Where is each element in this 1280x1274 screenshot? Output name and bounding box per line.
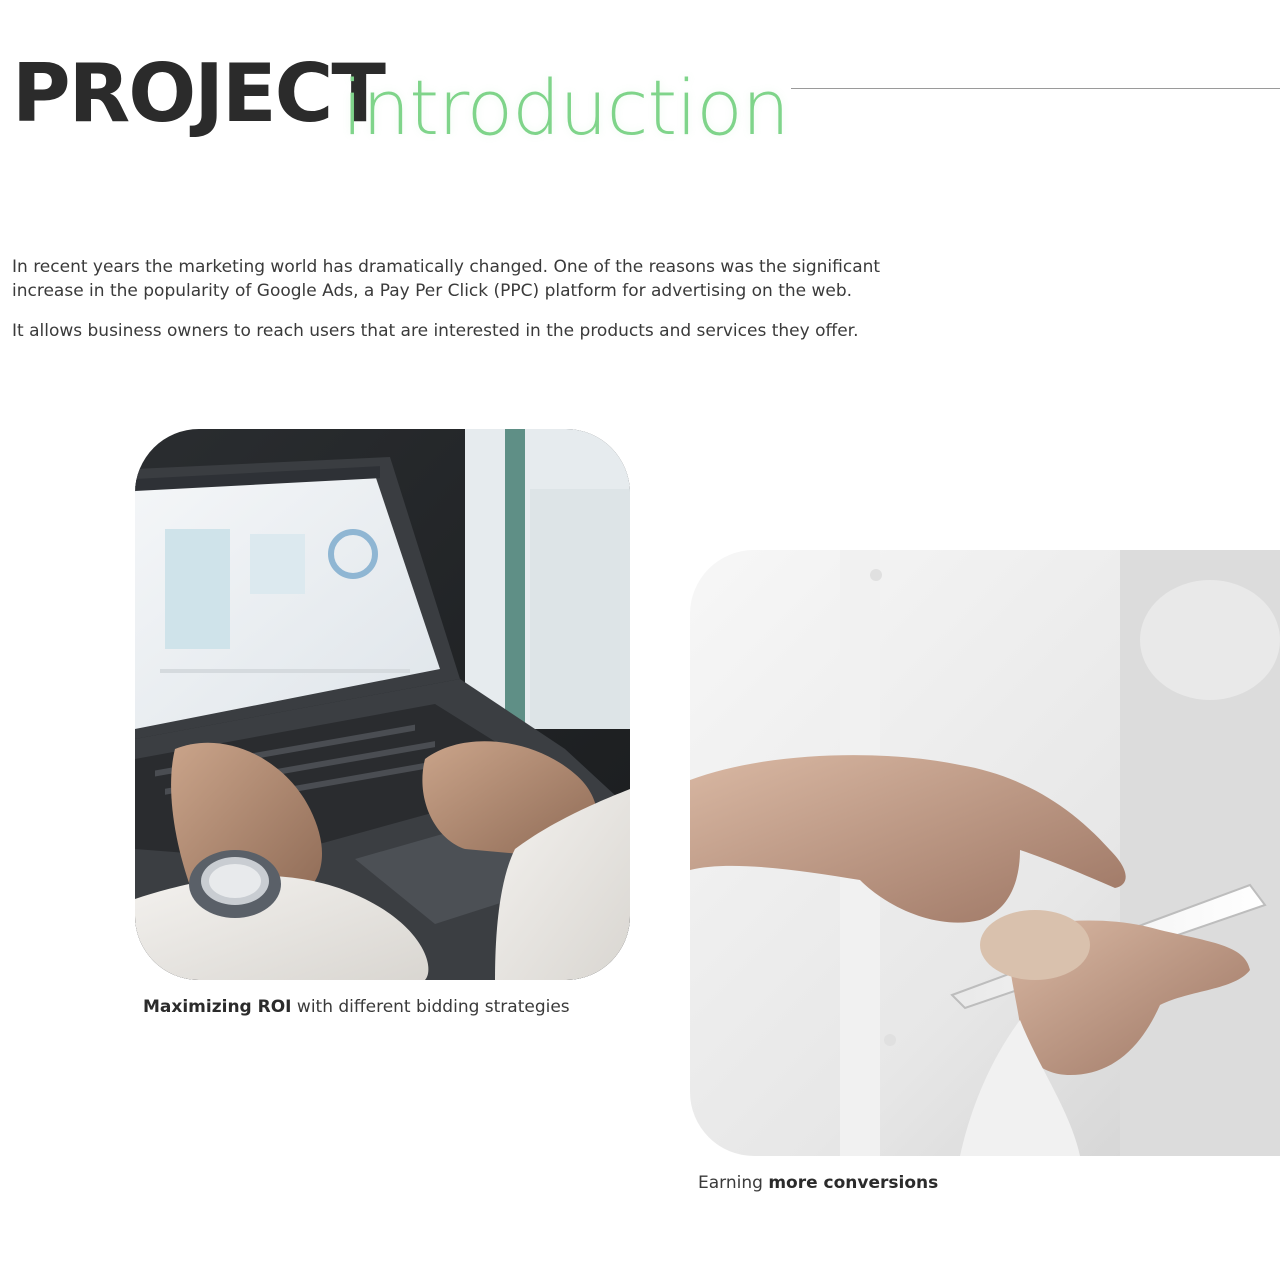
caption-1-bold: Maximizing ROI	[143, 997, 292, 1017]
intro-section: In recent years the marketing world has …	[12, 255, 942, 359]
title-divider	[791, 88, 1280, 89]
laptop-analytics-photo	[135, 429, 630, 980]
caption-2-lead: Earning	[698, 1173, 769, 1193]
caption-more-conversions: Earning more conversions	[698, 1173, 938, 1193]
title-bold-word: PROJECT	[12, 47, 386, 140]
page-title: PROJECT introduction	[12, 46, 792, 156]
caption-maximizing-roi: Maximizing ROI with different bidding st…	[143, 997, 570, 1017]
caption-2-bold: more conversions	[768, 1173, 939, 1193]
intro-paragraph-1: In recent years the marketing world has …	[12, 257, 881, 301]
intro-paragraph-2: It allows business owners to reach users…	[12, 321, 859, 341]
smartphone-hand-photo	[690, 550, 1280, 1156]
title-light-word: introduction	[342, 63, 790, 152]
caption-1-rest: with different bidding strategies	[291, 997, 570, 1017]
